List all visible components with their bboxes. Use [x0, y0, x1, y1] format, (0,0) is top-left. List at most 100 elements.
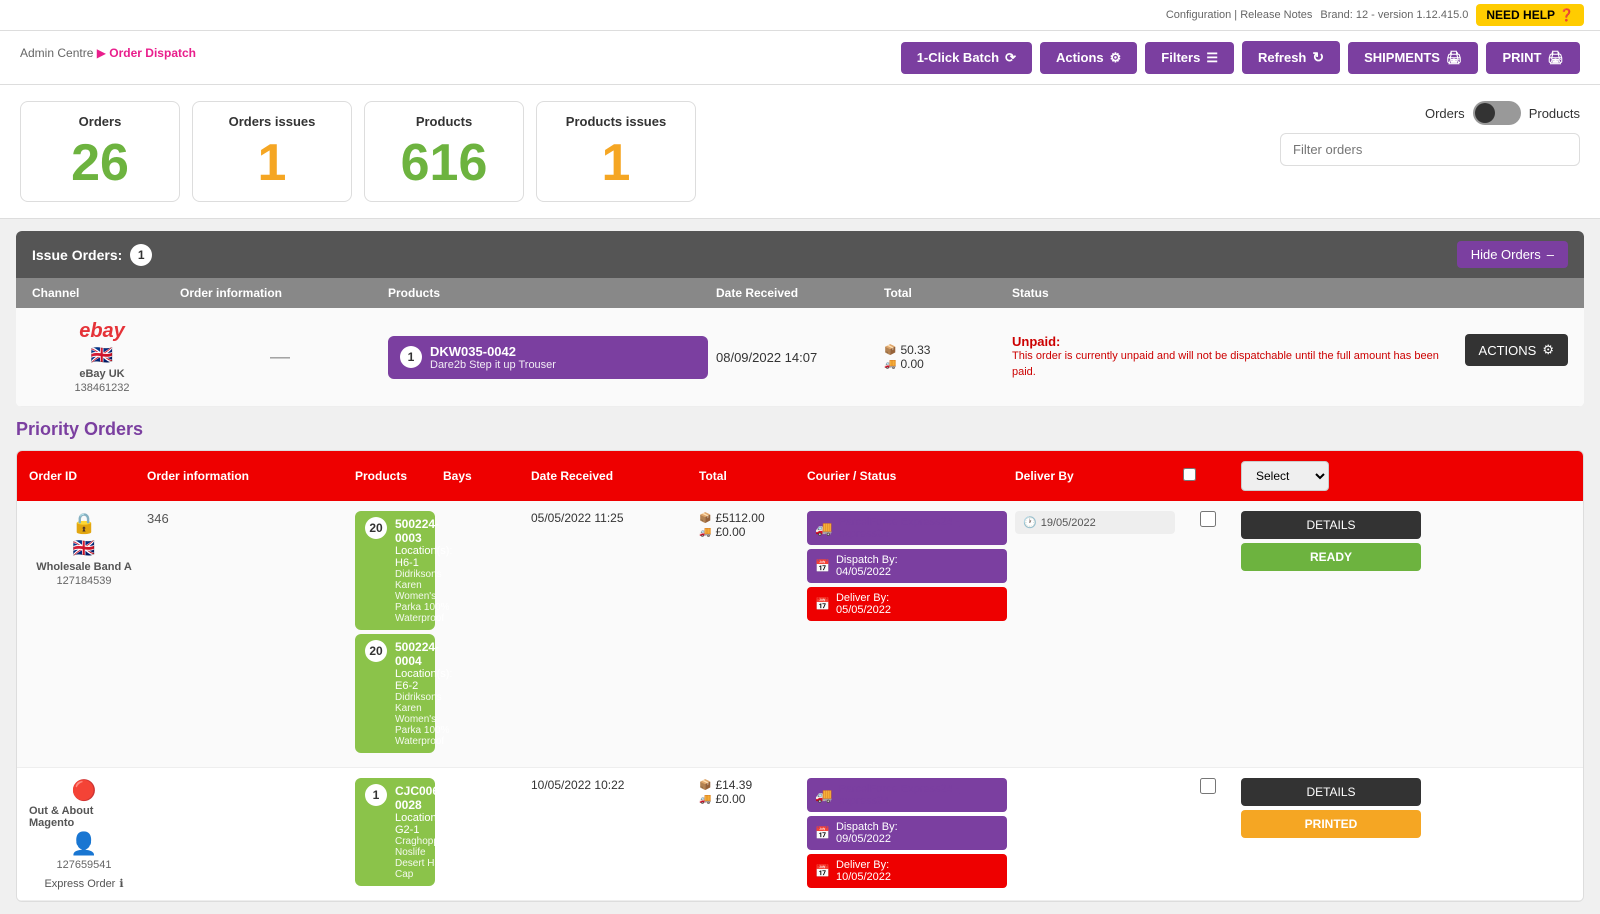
- qty-badge: 1: [400, 346, 422, 368]
- total-cell: 📦 50.33 🚚 0.00: [884, 343, 1004, 371]
- channel-id-1: 127184539: [56, 575, 111, 587]
- actions-button[interactable]: Actions ⚙: [1040, 42, 1137, 74]
- filter-toggle-area: Orders Products: [1280, 101, 1580, 166]
- summary-area: Orders 26 Orders issues 1 Products 616 P…: [0, 85, 1600, 219]
- channel-flag-1: 🇬🇧: [73, 538, 95, 559]
- actions-cell-1: DETAILS READY: [1241, 511, 1421, 575]
- issue-table-header: Channel Order information Products Date …: [16, 278, 1584, 308]
- priority-orders-title: Priority Orders: [16, 419, 1584, 440]
- col-products: Products: [388, 286, 708, 300]
- col-order-info: Order information: [180, 286, 380, 300]
- row-checkbox-1[interactable]: [1200, 511, 1216, 527]
- ph-date: Date Received: [531, 469, 691, 483]
- order-info-1: 346: [147, 511, 347, 526]
- select-all-checkbox[interactable]: [1183, 468, 1196, 481]
- refresh-label: Refresh: [1258, 50, 1306, 65]
- channel-flag: 🇬🇧: [91, 345, 113, 366]
- date-cell: 08/09/2022 14:07: [716, 350, 876, 365]
- batch-label: 1-Click Batch: [917, 50, 999, 65]
- channel-id: 138461232: [74, 382, 129, 394]
- priority-orders-table: Order ID Order information Products Bays…: [16, 450, 1584, 902]
- issue-count-badge: 1: [130, 244, 152, 266]
- filters-button[interactable]: Filters ☰: [1145, 42, 1234, 74]
- ph-order-info: Order information: [147, 469, 347, 483]
- refresh-button[interactable]: Refresh ↻: [1242, 41, 1340, 74]
- refresh-icon: ↻: [1312, 49, 1324, 66]
- deliver-box-1: 📅 Deliver By:05/05/2022: [807, 587, 1007, 621]
- orders-issues-value: 1: [213, 137, 331, 189]
- channel-cell-1: 🔒 🇬🇧 Wholesale Band A 127184539: [29, 511, 139, 587]
- orders-products-toggle[interactable]: [1473, 101, 1521, 125]
- need-help-label: NEED HELP: [1486, 8, 1555, 22]
- courier-box-2: 🚚 ParcelForce Express24 - express24: [807, 778, 1007, 812]
- channel-name-2: Out & About Magento: [29, 805, 139, 829]
- channel-id-2: 127659541: [56, 859, 111, 871]
- ph-select: Select Option 1 Option 2: [1241, 461, 1421, 491]
- select-dropdown[interactable]: Select Option 1 Option 2: [1241, 461, 1329, 491]
- channel-cell: ebay 🇬🇧 eBay UK 138461232: [32, 320, 172, 394]
- total-cell-1: 📦 £5112.00 🚚 £0.00: [699, 511, 799, 539]
- prod-info-1a: 500224-0003 Location(s): H6-1 Didriksons…: [395, 517, 452, 624]
- orders-issues-title: Orders issues: [213, 114, 331, 129]
- courier-link-1[interactable]: ParcelForce Express24 - express24: [838, 516, 999, 540]
- checkbox-cell-1: [1183, 511, 1233, 527]
- ph-deliver-by: Deliver By: [1015, 469, 1175, 483]
- courier-cell-1: 🚚 ParcelForce Express24 - express24 📅 Di…: [807, 511, 1007, 621]
- filter-icon: ☰: [1206, 50, 1218, 66]
- priority-orders-section: Priority Orders Order ID Order informati…: [16, 419, 1584, 902]
- shipments-label: SHIPMENTS: [1364, 50, 1440, 65]
- print-label: PRINT: [1502, 50, 1541, 65]
- courier-link-2[interactable]: ParcelForce Express24 - express24: [838, 783, 999, 807]
- actions-cell-2: DETAILS PRINTED: [1241, 778, 1421, 838]
- shipments-icon: 🖨: [1446, 50, 1463, 66]
- priority-row-1: 🔒 🇬🇧 Wholesale Band A 127184539 346 20 5…: [17, 501, 1583, 768]
- products-card: Products 616: [364, 101, 524, 202]
- need-help-button[interactable]: NEED HELP ❓: [1476, 4, 1584, 26]
- config-text: Configuration | Release Notes: [1166, 9, 1313, 21]
- dispatch-box-2: 📅 Dispatch By:09/05/2022: [807, 816, 1007, 850]
- total-cell-2: 📦 £14.39 🚚 £0.00: [699, 778, 799, 806]
- orders-card: Orders 26: [20, 101, 180, 202]
- filter-orders-input[interactable]: [1280, 133, 1580, 166]
- print-icon: 🖨: [1547, 50, 1564, 66]
- issue-orders-header: Issue Orders: 1 Hide Orders –: [16, 231, 1584, 278]
- details-button-1[interactable]: DETAILS: [1241, 511, 1421, 539]
- ph-products: Products: [355, 469, 435, 483]
- cards-row: Orders 26 Orders issues 1 Products 616 P…: [20, 101, 1260, 202]
- date-cell-2: 10/05/2022 10:22: [531, 778, 691, 792]
- prod-info-1b: 500224-0004 Location(s): E6-2 Didriksons…: [395, 640, 452, 747]
- priority-row-2: 🔴 Out & About Magento 👤 127659541 Expres…: [17, 768, 1583, 901]
- status-label: Unpaid:: [1012, 334, 1457, 349]
- product-pill-green-1a: 20 500224-0003 Location(s): H6-1 Didriks…: [355, 511, 435, 630]
- breadcrumb-arrow: ▶: [97, 46, 106, 60]
- deliver-calendar-1: 📅: [815, 597, 830, 611]
- courier-icon-2: 🚚: [815, 787, 832, 804]
- channel-name: eBay UK: [79, 368, 124, 380]
- deliver-box-2: 📅 Deliver By:10/05/2022: [807, 854, 1007, 888]
- prod-id: DKW035-0042: [430, 344, 696, 359]
- batch-button[interactable]: 1-Click Batch ⟳: [901, 42, 1032, 74]
- shipments-button[interactable]: SHIPMENTS 🖨: [1348, 42, 1478, 74]
- printed-button-2[interactable]: PRINTED: [1241, 810, 1421, 838]
- breadcrumb-current: Order Dispatch: [109, 46, 196, 60]
- prod-info: DKW035-0042 Dare2b Step it up Trouser: [430, 344, 696, 371]
- hide-orders-button[interactable]: Hide Orders –: [1457, 241, 1568, 268]
- details-button-2[interactable]: DETAILS: [1241, 778, 1421, 806]
- ph-order-id: Order ID: [29, 469, 139, 483]
- ready-button-1[interactable]: READY: [1241, 543, 1421, 571]
- col-total: Total: [884, 286, 1004, 300]
- products-cell-2: 1 CJC006-0028 Location(s): G2-1 Craghopp…: [355, 778, 435, 890]
- ph-checkbox: [1183, 468, 1233, 484]
- print-button[interactable]: PRINT 🖨: [1486, 42, 1580, 74]
- checkbox-cell-2: [1183, 778, 1233, 794]
- channel-name-1: Wholesale Band A: [36, 561, 132, 573]
- breadcrumb: Admin Centre ▶ Order Dispatch: [20, 46, 196, 60]
- row-checkbox-2[interactable]: [1200, 778, 1216, 794]
- express-order-label: Express Order ℹ: [44, 877, 123, 890]
- toolbar: 1-Click Batch ⟳ Actions ⚙ Filters ☰ Refr…: [901, 41, 1580, 74]
- products-issues-title: Products issues: [557, 114, 675, 129]
- status-description: This order is currently unpaid and will …: [1012, 349, 1457, 380]
- channel-cell-2: 🔴 Out & About Magento 👤 127659541 Expres…: [29, 778, 139, 890]
- ph-bays: Bays: [443, 469, 523, 483]
- row-actions-button[interactable]: ACTIONS ⚙: [1465, 334, 1568, 366]
